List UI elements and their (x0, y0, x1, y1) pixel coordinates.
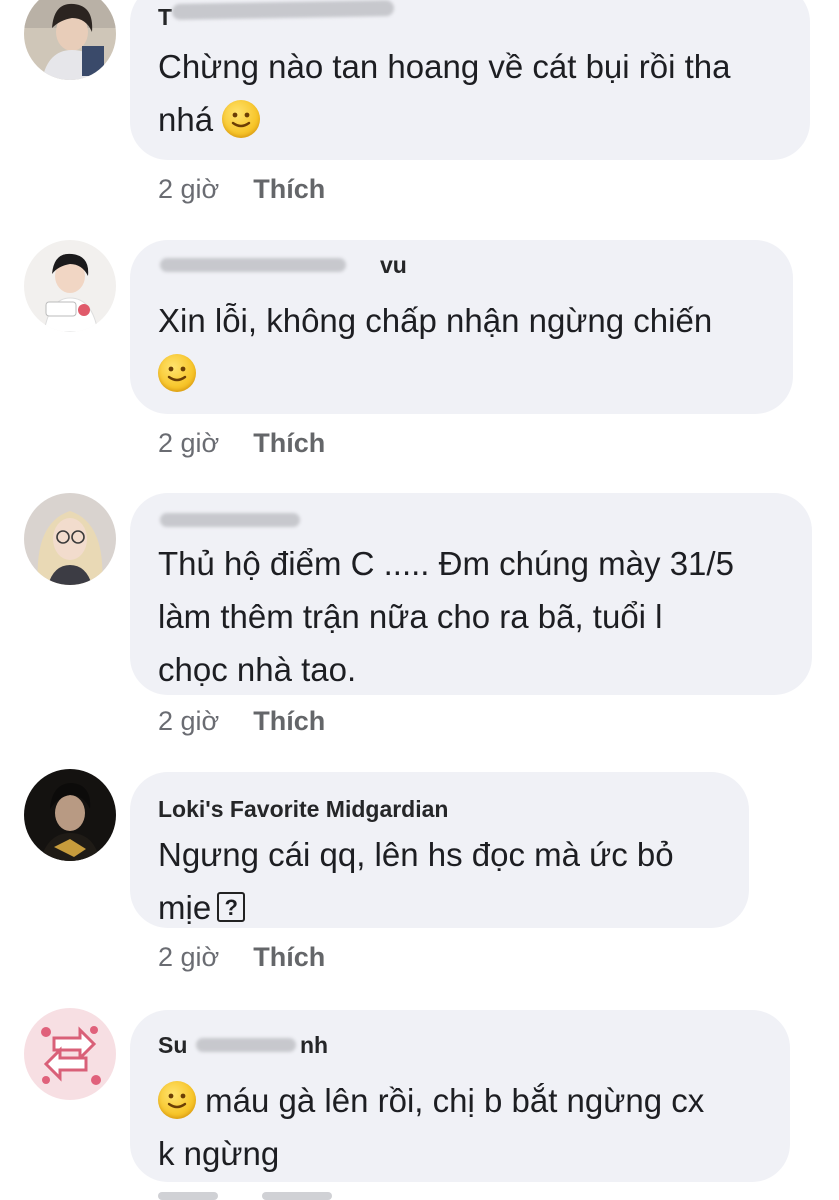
smiley-emoji-icon (158, 354, 196, 393)
comment-time[interactable]: 2 giờ (158, 706, 219, 736)
cropped-time (158, 1192, 218, 1200)
avatar[interactable] (24, 769, 116, 861)
avatar[interactable] (24, 240, 116, 332)
comment-text: máu gà lên rồi, chị b bắt ngừng cx k ngừ… (158, 1081, 705, 1172)
commenter-name[interactable]: Su (158, 1032, 187, 1059)
comment-meta: 2 giờ Thích (158, 174, 325, 205)
comment-time[interactable]: 2 giờ (158, 174, 219, 204)
comment-bubble: T Chừng nào tan hoang về cát bụi rồi tha… (130, 0, 810, 160)
commenter-name[interactable]: T (158, 4, 172, 31)
commenter-name-end: nh (300, 1032, 329, 1058)
name-redaction (160, 513, 300, 527)
like-button[interactable]: Thích (253, 428, 325, 458)
comment-bubble: Su nh máu gà lên rồi, chị b bắt ngừng cx… (130, 1010, 790, 1182)
comment-text: Ngưng cái qq, lên hs đọc mà ức bỏ mịe? (158, 836, 674, 926)
commenter-name[interactable]: Loki's Favorite Midgardian (158, 796, 448, 823)
comment-text: Xin lỗi, không chấp nhận ngừng chiến (158, 294, 769, 400)
comment-meta: 2 giờ Thích (158, 706, 325, 737)
avatar[interactable] (24, 1008, 116, 1100)
like-button[interactable]: Thích (253, 706, 325, 736)
comment-bubble: Loki's Favorite Midgardian Ngưng cái qq,… (130, 772, 749, 928)
cropped-like (262, 1192, 332, 1200)
like-button[interactable]: Thích (253, 174, 325, 204)
smiley-emoji-icon (222, 100, 261, 139)
name-redaction (171, 0, 395, 20)
unknown-glyph-icon: ? (217, 892, 246, 923)
like-button[interactable]: Thích (253, 942, 325, 972)
comment-meta: 2 giờ Thích (158, 942, 325, 973)
comment-time[interactable]: 2 giờ (158, 428, 219, 458)
comment-text: Thủ hộ điểm C ..... Đm chúng mày 31/5 là… (158, 545, 734, 688)
avatar[interactable] (24, 0, 116, 80)
comment-bubble: vu Xin lỗi, không chấp nhận ngừng chiến (130, 240, 793, 414)
comment-meta: 2 giờ Thích (158, 428, 325, 459)
comment-time[interactable]: 2 giờ (158, 942, 219, 972)
comment-bubble: Thủ hộ điểm C ..... Đm chúng mày 31/5 là… (130, 493, 812, 695)
name-redaction (160, 258, 346, 272)
commenter-name[interactable]: vu (380, 252, 407, 279)
comment-text: Chừng nào tan hoang về cát bụi rồi tha n… (158, 48, 731, 139)
name-redaction (196, 1038, 296, 1052)
smiley-emoji-icon (158, 1081, 196, 1120)
avatar[interactable] (24, 493, 116, 585)
